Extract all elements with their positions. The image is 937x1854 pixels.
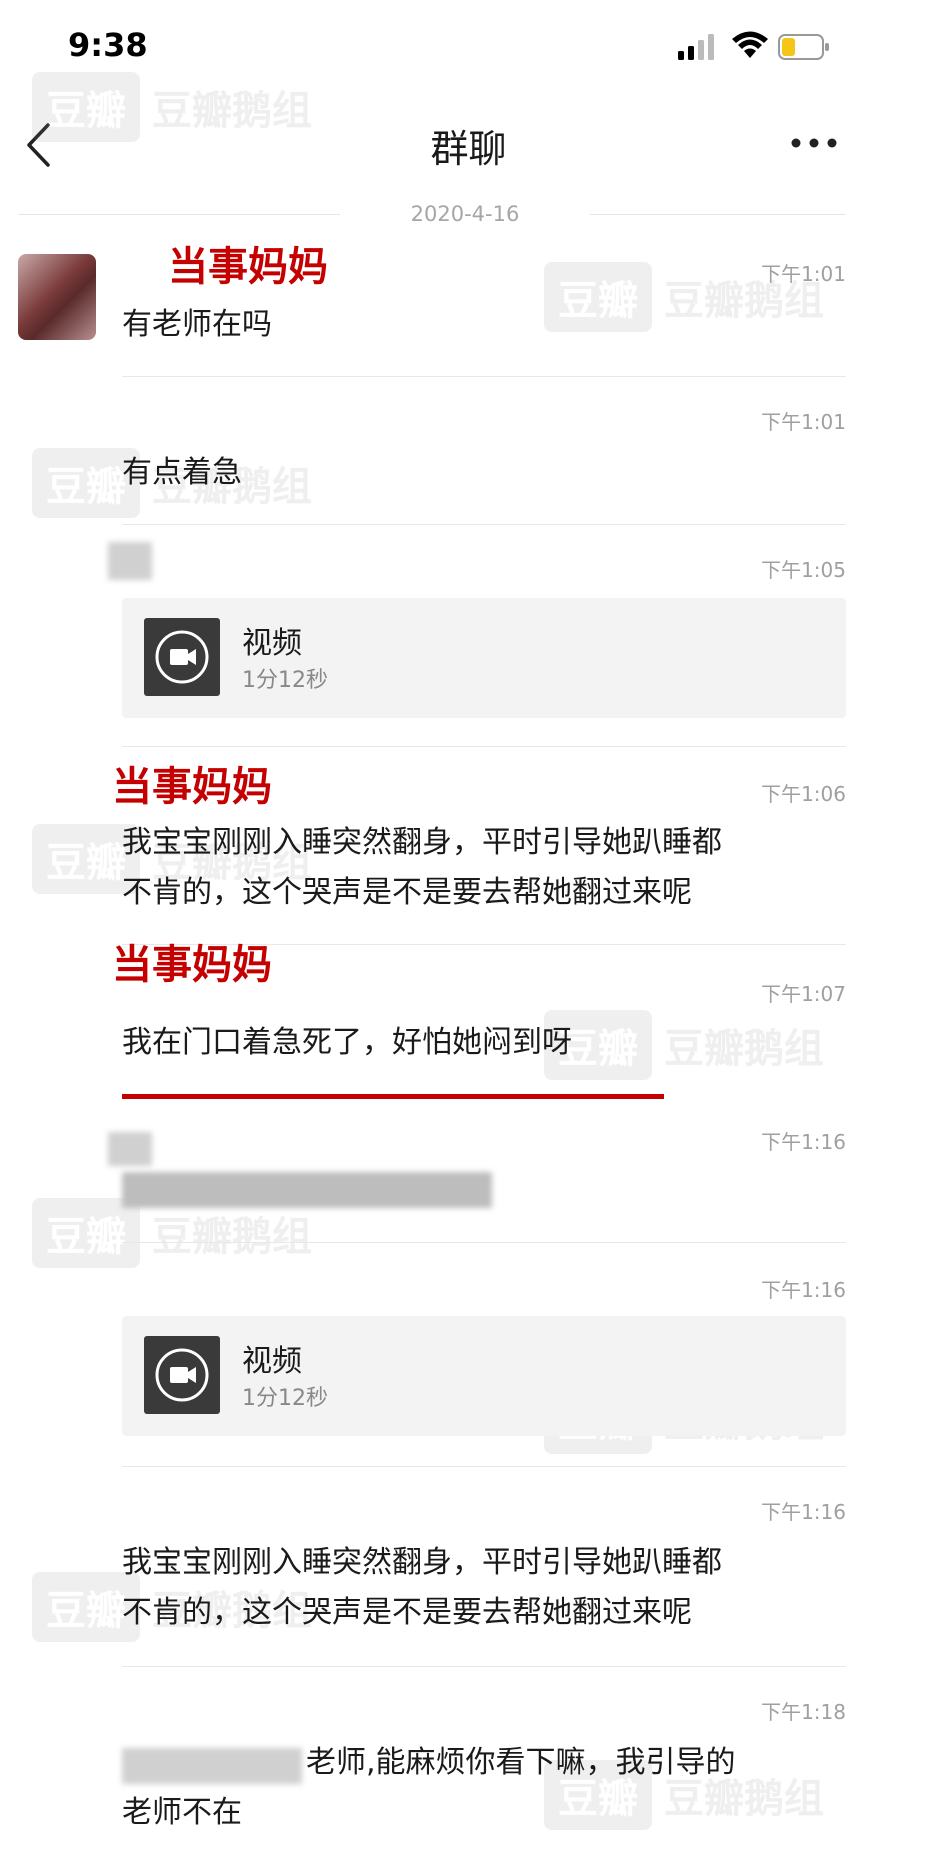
annotation-underline xyxy=(122,1094,664,1099)
message-time: 下午1:06 xyxy=(761,782,846,806)
wifi-icon xyxy=(732,31,768,58)
message-time: 下午1:16 xyxy=(761,1500,846,1524)
annotation-label: 当事妈妈 xyxy=(168,244,328,290)
redacted-sender-avatar xyxy=(108,1132,152,1166)
date-divider-line-left xyxy=(18,214,340,215)
message-time: 下午1:07 xyxy=(761,982,846,1006)
message-time: 下午1:05 xyxy=(761,558,846,582)
video-title: 视频 xyxy=(242,1344,302,1379)
divider xyxy=(122,1466,846,1467)
message-text: 有老师在吗 xyxy=(122,307,272,342)
video-message[interactable]: 视频 1分12秒 xyxy=(122,598,846,718)
date-divider: 2020-4-16 xyxy=(410,202,520,226)
message-time: 下午1:18 xyxy=(761,1700,846,1724)
redacted-sender-avatar xyxy=(108,542,152,580)
status-time: 9:38 xyxy=(68,26,148,64)
watermark: 豆瓣豆瓣鹅组 xyxy=(32,1198,312,1268)
more-dots-icon[interactable] xyxy=(788,126,840,160)
video-title: 视频 xyxy=(242,626,302,661)
redacted-mention xyxy=(122,1748,302,1784)
watermark: 豆瓣豆瓣鹅组 xyxy=(544,1010,824,1080)
message-text-line: 我宝宝刚刚入睡突然翻身，平时引导她趴睡都 xyxy=(122,1545,722,1580)
video-play-icon xyxy=(155,1348,209,1402)
annotation-label: 当事妈妈 xyxy=(112,942,272,988)
message-time: 下午1:16 xyxy=(761,1278,846,1302)
date-divider-line-right xyxy=(590,214,846,215)
message-text-line: 不肯的，这个哭声是不是要去帮她翻过来呢 xyxy=(122,875,692,910)
video-play-icon xyxy=(155,630,209,684)
message-time: 下午1:01 xyxy=(761,410,846,434)
message-time: 下午1:01 xyxy=(761,262,846,286)
video-duration: 1分12秒 xyxy=(242,1386,328,1411)
battery-icon xyxy=(778,34,829,60)
divider xyxy=(122,1666,846,1667)
divider xyxy=(122,376,846,377)
video-thumbnail xyxy=(144,1336,220,1414)
divider xyxy=(122,524,846,525)
message-text-line: 我宝宝刚刚入睡突然翻身，平时引导她趴睡都 xyxy=(122,825,722,860)
video-thumbnail xyxy=(144,618,220,696)
watermark: 豆瓣豆瓣鹅组 xyxy=(32,72,312,142)
divider xyxy=(122,746,846,747)
divider xyxy=(122,1242,846,1243)
message-time: 下午1:16 xyxy=(761,1130,846,1154)
message-text-line: 老师不在 xyxy=(122,1795,242,1830)
message-text-line: 老师,能麻烦你看下嘛，我引导的 xyxy=(306,1745,736,1780)
video-duration: 1分12秒 xyxy=(242,668,328,693)
avatar[interactable] xyxy=(18,254,96,340)
message-text-line: 不肯的，这个哭声是不是要去帮她翻过来呢 xyxy=(122,1595,692,1630)
cellular-signal-icon xyxy=(678,34,714,60)
message-text: 有点着急 xyxy=(122,455,242,490)
message-text: 我在门口着急死了，好怕她闷到呀 xyxy=(122,1025,572,1060)
video-message[interactable]: 视频 1分12秒 xyxy=(122,1316,846,1436)
redacted-message xyxy=(122,1172,492,1208)
annotation-label: 当事妈妈 xyxy=(112,764,272,810)
